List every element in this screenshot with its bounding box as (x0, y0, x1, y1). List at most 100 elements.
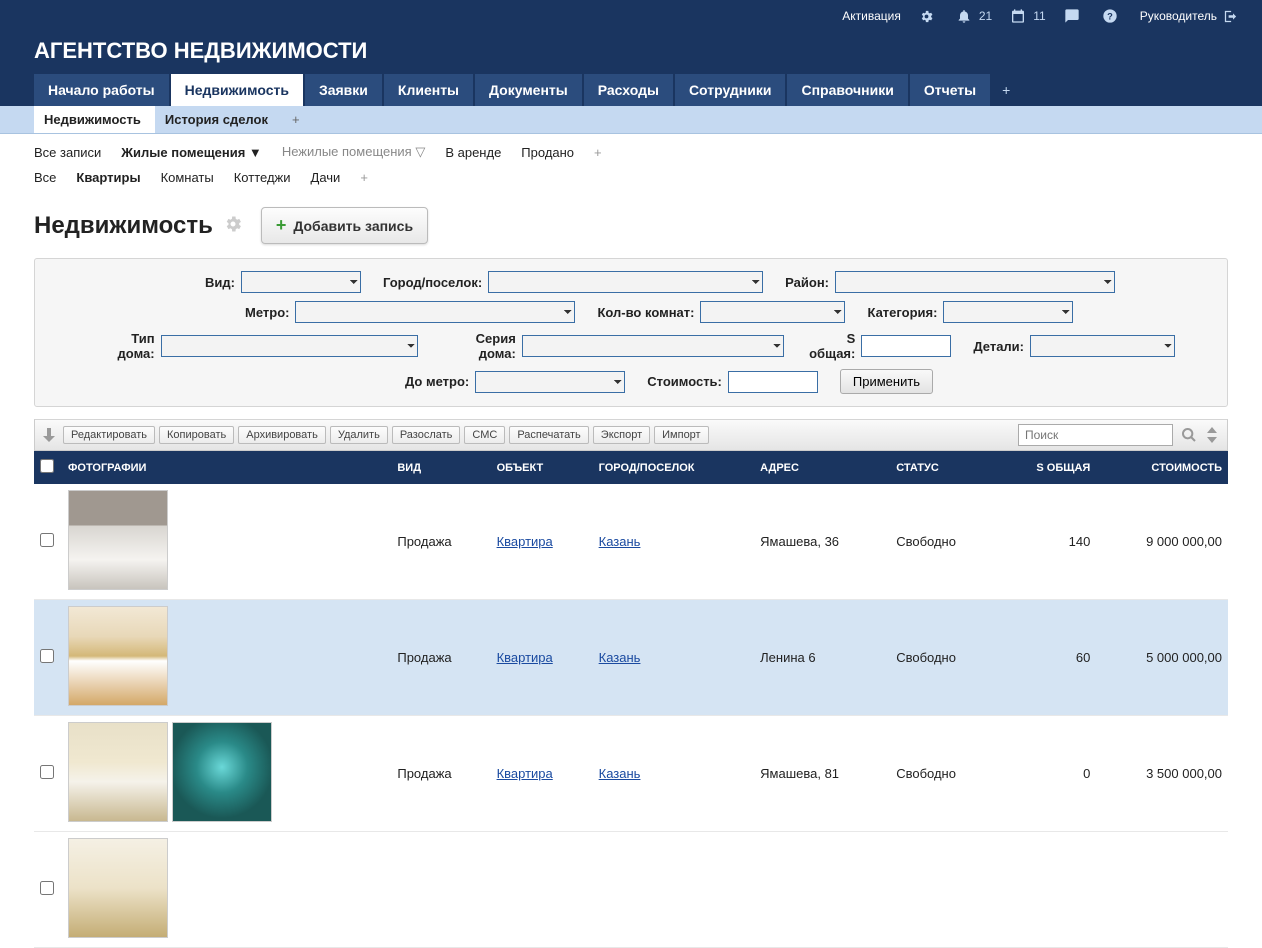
photo-thumb[interactable] (68, 838, 168, 938)
select-vid[interactable] (241, 271, 361, 293)
cell-city-link[interactable]: Казань (599, 650, 641, 665)
nav-add[interactable]: + (992, 74, 1020, 106)
filter-nonresidential[interactable]: Нежилые помещения ▽ (282, 144, 426, 160)
select-to-metro[interactable] (475, 371, 625, 393)
btn-archive[interactable]: Архивировать (238, 426, 326, 444)
row-checkbox[interactable] (40, 881, 54, 895)
btn-import[interactable]: Импорт (654, 426, 708, 444)
toolbar-indicator[interactable] (43, 428, 55, 442)
nav-employees[interactable]: Сотрудники (675, 74, 786, 106)
filter-row-2: Все Квартиры Комнаты Коттеджи Дачи + (0, 160, 1262, 189)
btn-delete[interactable]: Удалить (330, 426, 388, 444)
messages[interactable] (1064, 8, 1084, 24)
apply-button[interactable]: Применить (840, 369, 933, 394)
sort-button[interactable] (1205, 427, 1219, 443)
table-row[interactable]: Продажа Квартира Казань Ленина 6 Свободн… (34, 600, 1228, 716)
filter-apartments[interactable]: Квартиры (76, 170, 140, 185)
filter-sold[interactable]: Продано (521, 145, 574, 160)
bell-icon (956, 8, 972, 24)
table-row[interactable] (34, 832, 1228, 948)
row-checkbox[interactable] (40, 533, 54, 547)
filter-all[interactable]: Все (34, 170, 56, 185)
table-row[interactable]: Продажа Квартира Казань Ямашева, 36 Своб… (34, 484, 1228, 600)
select-rooms[interactable] (700, 301, 845, 323)
photo-thumb[interactable] (68, 606, 168, 706)
th-status[interactable]: СТАТУС (890, 451, 997, 484)
settings-gear[interactable] (919, 9, 938, 24)
filter-residential[interactable]: Жилые помещения ▼ (121, 145, 262, 160)
nav-requests[interactable]: Заявки (305, 74, 382, 106)
row-checkbox[interactable] (40, 765, 54, 779)
table-row[interactable]: Продажа Квартира Казань Ямашева, 81 Своб… (34, 716, 1228, 832)
label-metro: Метро: (245, 305, 289, 320)
select-category[interactable] (943, 301, 1073, 323)
nav-documents[interactable]: Документы (475, 74, 582, 106)
filter-in-rent[interactable]: В аренде (445, 145, 501, 160)
subtab-add[interactable]: + (282, 106, 310, 133)
th-type[interactable]: ВИД (391, 451, 490, 484)
cell-city-link[interactable]: Казань (599, 534, 641, 549)
filter-rooms[interactable]: Комнаты (161, 170, 214, 185)
page-settings[interactable] (223, 214, 243, 237)
select-details[interactable] (1030, 335, 1175, 357)
cell-price: 3 500 000,00 (1096, 716, 1228, 832)
th-address[interactable]: АДРЕС (754, 451, 890, 484)
calendar[interactable]: 11 (1010, 8, 1045, 24)
logout-icon (1223, 9, 1238, 24)
select-city[interactable] (488, 271, 763, 293)
nav-directories[interactable]: Справочники (787, 74, 907, 106)
subtab-realestate[interactable]: Недвижимость (34, 106, 155, 133)
th-photos[interactable]: ФОТОГРАФИИ (62, 451, 391, 484)
input-area[interactable] (861, 335, 951, 357)
nav-realestate[interactable]: Недвижимость (171, 74, 303, 106)
photo-thumb[interactable] (172, 722, 272, 822)
filters-panel: Вид: Город/поселок: Район: Метро: Кол-во… (34, 258, 1228, 407)
nav-expenses[interactable]: Расходы (584, 74, 673, 106)
nav-reports[interactable]: Отчеты (910, 74, 990, 106)
btn-send[interactable]: Разослать (392, 426, 461, 444)
cell-object-link[interactable]: Квартира (497, 650, 553, 665)
select-house-type[interactable] (161, 335, 419, 357)
nav-start[interactable]: Начало работы (34, 74, 169, 106)
photo-thumb[interactable] (68, 722, 168, 822)
th-city[interactable]: ГОРОД/ПОСЕЛОК (593, 451, 755, 484)
th-area[interactable]: S ОБЩАЯ (998, 451, 1097, 484)
row-checkbox[interactable] (40, 649, 54, 663)
cell-object-link[interactable]: Квартира (497, 766, 553, 781)
label-to-metro: До метро: (405, 374, 469, 389)
select-district[interactable] (835, 271, 1115, 293)
search-input[interactable] (1018, 424, 1173, 446)
filter-dachas[interactable]: Дачи (311, 170, 341, 185)
gear-icon (223, 214, 243, 234)
cell-address (754, 832, 890, 948)
cell-city-link[interactable]: Казань (599, 766, 641, 781)
input-price[interactable] (728, 371, 818, 393)
filter-all-records[interactable]: Все записи (34, 145, 101, 160)
cell-object-link[interactable]: Квартира (497, 534, 553, 549)
photo-thumb[interactable] (68, 490, 168, 590)
btn-copy[interactable]: Копировать (159, 426, 234, 444)
search-button[interactable] (1181, 427, 1197, 443)
user-menu[interactable]: Руководитель (1140, 9, 1242, 24)
notifications[interactable]: 21 (956, 8, 992, 24)
nav-clients[interactable]: Клиенты (384, 74, 473, 106)
select-metro[interactable] (295, 301, 575, 323)
subtab-history[interactable]: История сделок (155, 106, 282, 133)
select-all-checkbox[interactable] (40, 459, 54, 473)
add-record-button[interactable]: + Добавить запись (261, 207, 428, 244)
btn-print[interactable]: Распечатать (509, 426, 588, 444)
th-object[interactable]: ОБЪЕКТ (491, 451, 593, 484)
top-header: Активация 21 11 ? Руководитель (0, 0, 1262, 32)
select-house-series[interactable] (522, 335, 785, 357)
filter-row2-add[interactable]: + (360, 170, 368, 185)
th-price[interactable]: СТОИМОСТЬ (1096, 451, 1228, 484)
help[interactable]: ? (1102, 8, 1122, 24)
app-title: АГЕНТСТВО НЕДВИЖИМОСТИ (0, 32, 1262, 74)
filter-cottages[interactable]: Коттеджи (234, 170, 291, 185)
chat-icon (1064, 8, 1080, 24)
filter-row1-add[interactable]: + (594, 145, 602, 160)
activation-link[interactable]: Активация (842, 9, 901, 23)
btn-edit[interactable]: Редактировать (63, 426, 155, 444)
btn-sms[interactable]: СМС (464, 426, 505, 444)
btn-export[interactable]: Экспорт (593, 426, 650, 444)
